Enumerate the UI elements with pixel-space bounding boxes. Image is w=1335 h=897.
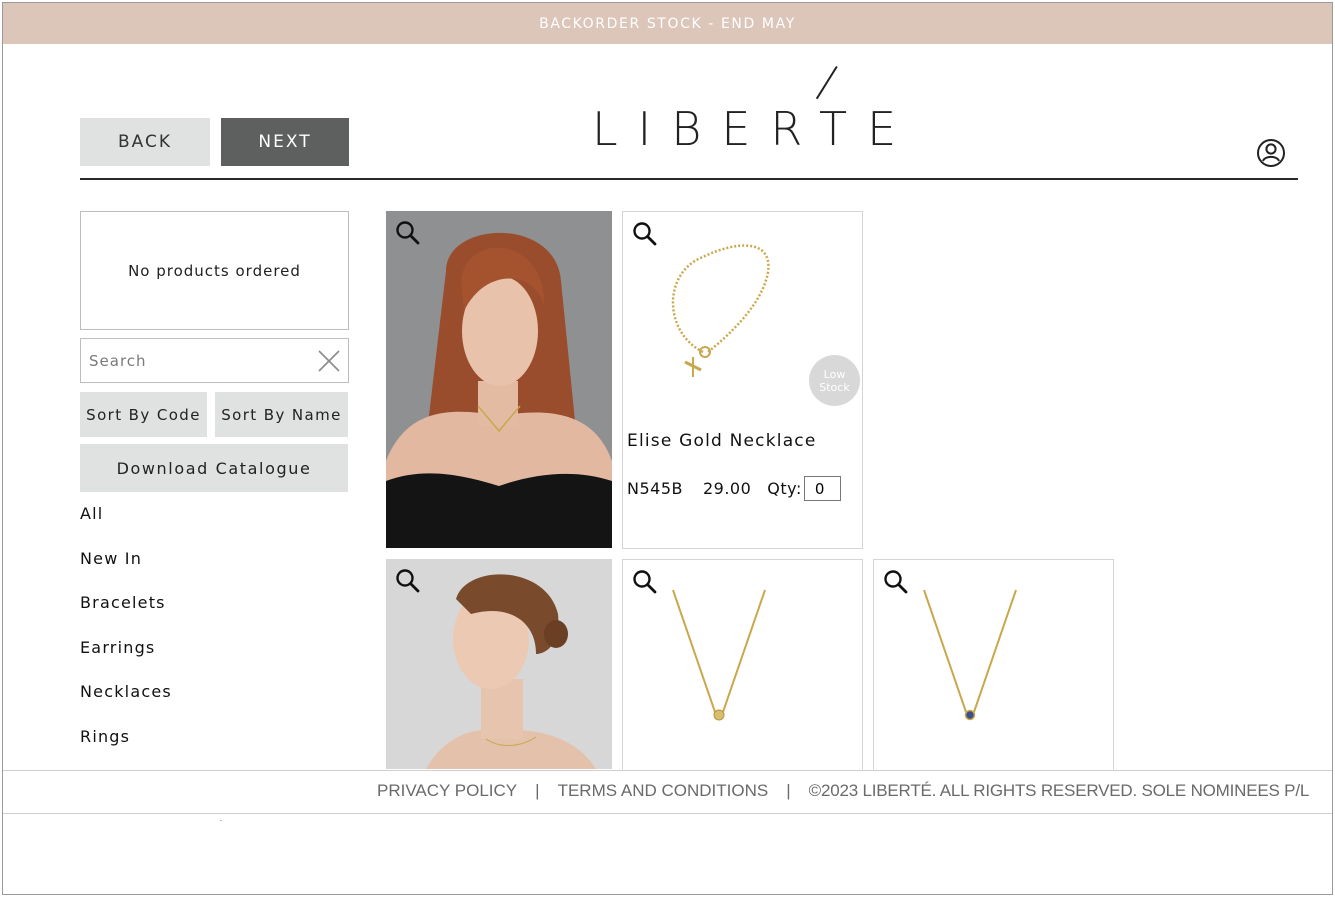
zoom-icon[interactable] [631,220,659,248]
user-circle-icon[interactable] [1256,138,1286,168]
qty-label: Qty: [767,479,802,498]
copyright-text: ©2023 LIBERTÉ. ALL RIGHTS RESERVED. SOLE… [808,781,1310,800]
search-input[interactable] [89,347,309,375]
header-divider [80,178,1298,180]
product-meta: N545B 29.00 Qty: [627,476,841,501]
order-summary-text: No products ordered [128,261,301,280]
model-portrait-image [386,211,612,548]
privacy-policy-link[interactable]: PRIVACY POLICY [377,781,517,801]
low-stock-badge: Low Stock [809,355,860,406]
necklace-image [672,589,766,721]
announcement-banner: BACKORDER STOCK - END MAY [3,3,1332,44]
close-icon[interactable] [317,349,341,373]
zoom-icon[interactable] [394,219,422,247]
zoom-icon[interactable] [882,568,910,596]
zoom-icon[interactable] [394,567,422,595]
product-code: N545B [627,479,683,498]
footer-mark [220,820,222,821]
product-card[interactable] [622,559,863,771]
product-name: Elise Gold Necklace [627,431,817,451]
brand-logo: LIBERTE [592,102,917,156]
category-item-rings[interactable]: Rings [80,725,172,770]
search-box [80,338,349,383]
category-item-all[interactable]: All [80,502,172,547]
product-price: 29.00 [702,479,752,498]
sort-by-code-button[interactable]: Sort By Code [80,392,207,437]
footer-separator: | [535,781,540,800]
category-item-bracelets[interactable]: Bracelets [80,591,172,636]
site-footer: PRIVACY POLICY | TERMS AND CONDITIONS | … [377,781,1309,801]
qty-input[interactable] [803,476,841,501]
model-photo[interactable] [386,559,612,769]
order-summary: No products ordered [80,211,349,330]
product-card[interactable]: Low Stock Elise Gold Necklace N545B 29.0… [622,211,863,549]
necklace-image [923,589,1017,721]
footer-divider-bottom [3,813,1332,814]
category-item-necklaces[interactable]: Necklaces [80,680,172,725]
model-photo[interactable] [386,211,612,548]
category-list: All New In Bracelets Earrings Necklaces … [80,502,172,769]
terms-link[interactable]: TERMS AND CONDITIONS [558,781,769,801]
back-button[interactable]: BACK [80,118,210,166]
category-item-new-in[interactable]: New In [80,547,172,592]
next-button[interactable]: NEXT [221,118,349,166]
category-item-earrings[interactable]: Earrings [80,636,172,681]
download-catalogue-button[interactable]: Download Catalogue [80,444,348,492]
zoom-icon[interactable] [631,568,659,596]
product-card[interactable] [873,559,1114,771]
footer-divider-top [3,770,1332,771]
sort-by-name-button[interactable]: Sort By Name [215,392,348,437]
footer-separator: | [786,781,791,800]
banner-text: BACKORDER STOCK - END MAY [539,15,796,32]
